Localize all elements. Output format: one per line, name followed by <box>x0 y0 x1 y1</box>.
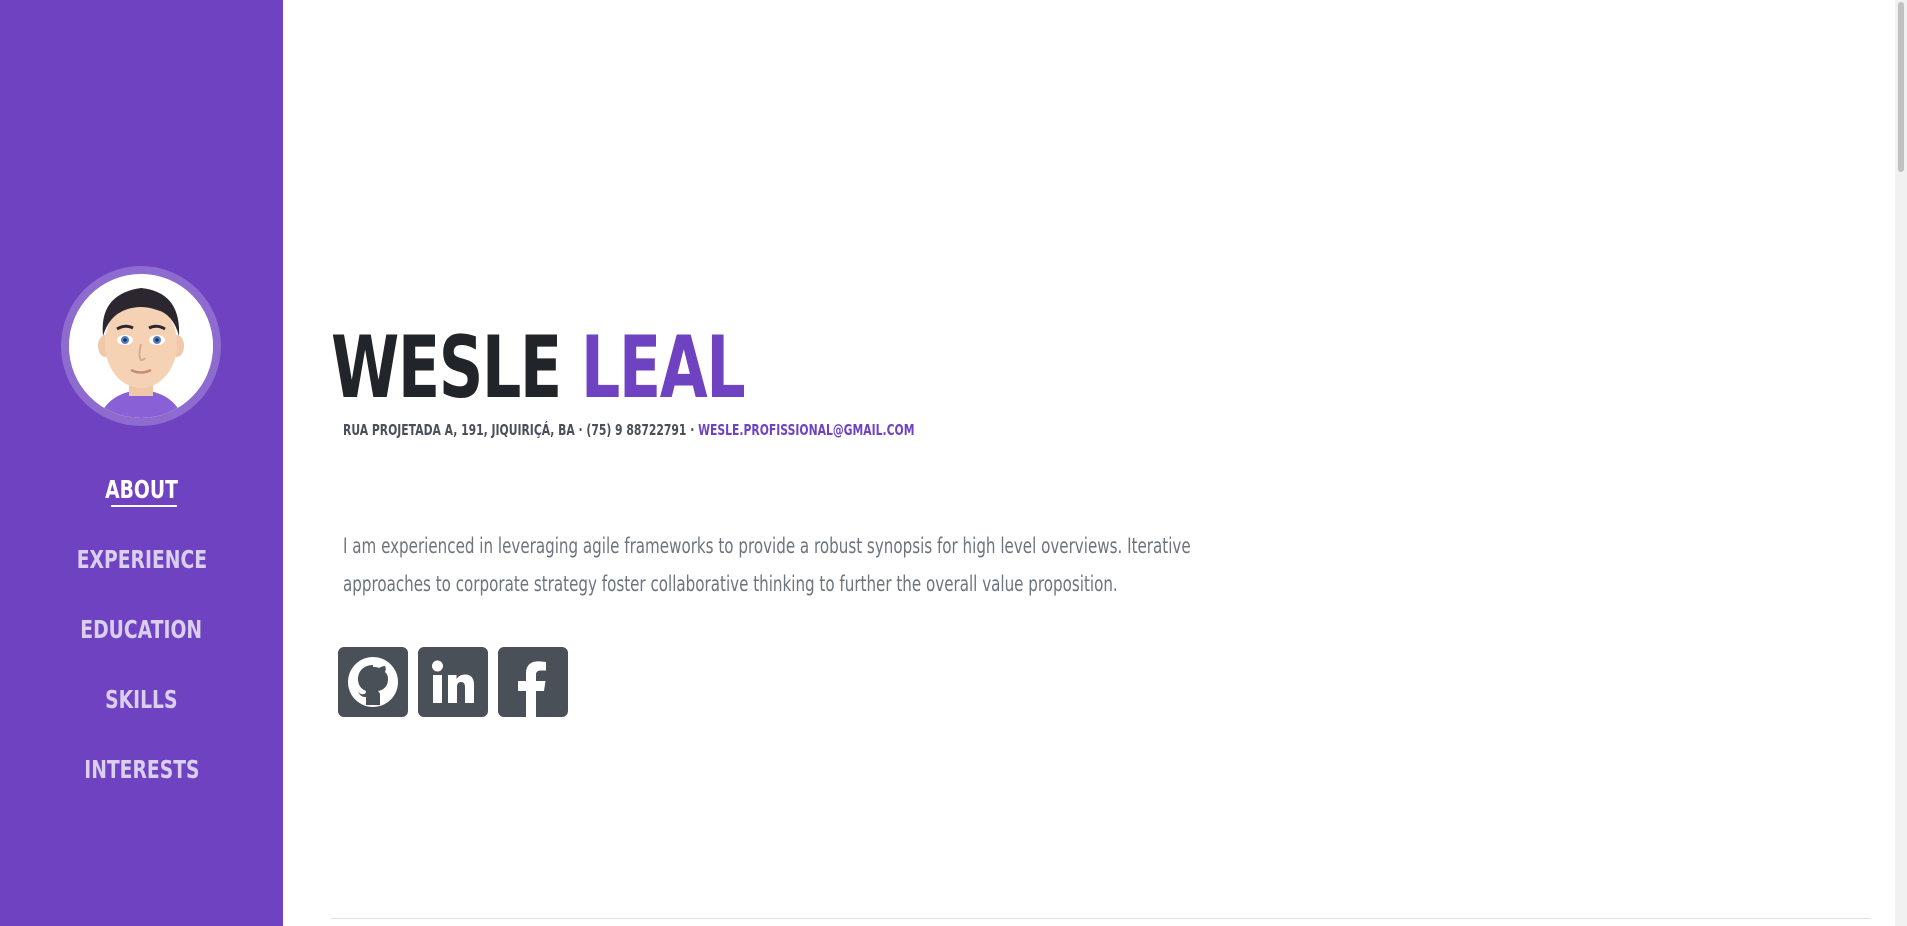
nav-link-interests[interactable]: Interests <box>84 735 199 805</box>
scrollbar-thumb[interactable] <box>1898 2 1904 172</box>
nav-link-experience[interactable]: Experience <box>76 525 206 595</box>
avatar-illustration <box>69 274 213 418</box>
nav-link-education[interactable]: Education <box>81 595 203 665</box>
facebook-icon <box>518 661 546 717</box>
social-icons <box>338 647 568 717</box>
linkedin-icon <box>432 660 474 703</box>
nav-item-skills: Skills <box>0 665 283 735</box>
avatar[interactable] <box>69 274 213 418</box>
nav-item-about: About <box>0 455 283 525</box>
nav-active-underline <box>111 505 177 507</box>
nav-link-skills[interactable]: Skills <box>105 665 177 735</box>
nav-item-education: Education <box>0 595 283 665</box>
nav-link-about[interactable]: About <box>105 455 178 525</box>
sidebar: About Experience Education Skills Intere… <box>0 0 283 926</box>
avatar-ring <box>61 266 221 426</box>
section-divider <box>331 918 1871 919</box>
nav-item-interests: Interests <box>0 735 283 805</box>
page-title: WESLE LEAL <box>331 318 746 418</box>
first-name: WESLE <box>331 318 562 418</box>
sidebar-nav: About Experience Education Skills Intere… <box>0 455 283 805</box>
facebook-button[interactable] <box>498 647 568 717</box>
last-name: LEAL <box>580 318 746 418</box>
about-lead: I am experienced in leveraging agile fra… <box>343 534 1191 596</box>
contact-line: RUA PROJETADA A, 191, JIQUIRIÇÁ, BA · (7… <box>343 421 915 439</box>
github-button[interactable] <box>338 647 408 717</box>
page-scrollbar[interactable] <box>1895 0 1907 926</box>
address-text: RUA PROJETADA A, 191, JIQUIRIÇÁ, BA · (7… <box>343 421 695 439</box>
github-icon <box>348 657 398 707</box>
main-content: WESLE LEAL RUA PROJETADA A, 191, JIQUIRI… <box>283 0 1907 926</box>
email-link[interactable]: WESLE.PROFISSIONAL@GMAIL.COM <box>698 421 914 439</box>
nav-item-experience: Experience <box>0 525 283 595</box>
linkedin-button[interactable] <box>418 647 488 717</box>
